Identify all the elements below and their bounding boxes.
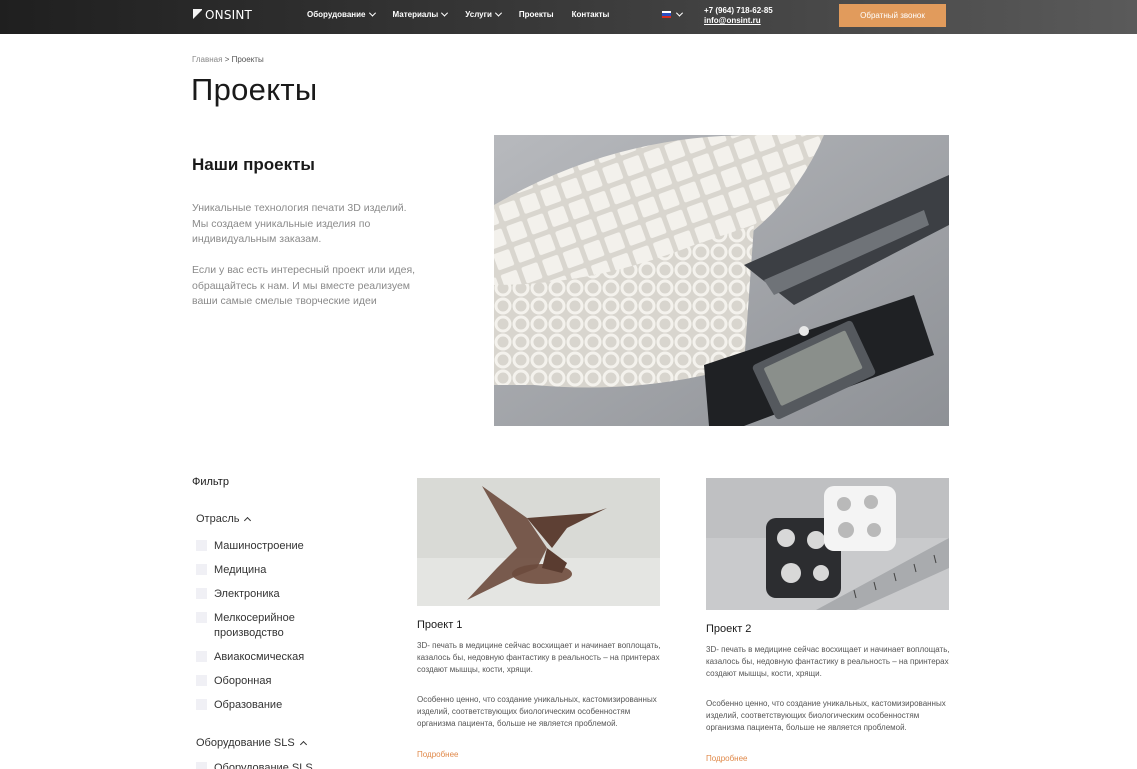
filter-option-label: Оборонная [214,675,272,687]
page-title: Проекты [191,72,318,107]
logo-text: ONSINT [205,8,253,22]
intro-paragraph-1: Уникальные технология печати 3D изделий.… [192,202,407,245]
filter-group-sls[interactable]: Оборудование SLS [196,737,307,749]
project-1-more-link[interactable]: Подробнее [417,750,459,759]
checkbox[interactable] [196,564,207,575]
filter-option-label: Медицина [214,564,267,576]
chevron-up-icon [299,740,307,749]
nav-services[interactable]: Услуги [465,9,502,19]
logo[interactable]: ONSINT [193,8,252,22]
checkbox[interactable] [196,762,207,769]
nav-materials[interactable]: Материалы [392,9,449,19]
email-link[interactable]: info@onsint.ru [704,16,773,26]
filter-option-electronics[interactable]: Электроника [196,587,344,602]
project-1-text-1: 3D- печать в медицине сейчас восхищает и… [417,641,661,674]
filter-option-sls[interactable]: Оборудование SLS [196,761,344,769]
breadcrumb-separator: > [224,55,230,64]
dragon-model-photo [417,478,660,606]
logo-mark-icon [193,8,202,22]
project-2-text-1: 3D- печать в медицине сейчас восхищает и… [706,645,950,678]
chevron-down-icon [494,9,502,17]
filter-group-industry[interactable]: Отрасль [196,513,252,525]
chevron-down-icon [368,9,376,17]
checkbox[interactable] [196,651,207,662]
chevron-up-icon [244,516,252,525]
checkbox[interactable] [196,675,207,686]
filter-title: Фильтр [192,476,229,488]
filter-option-medicine[interactable]: Медицина [196,563,344,578]
filter-option-small-batch[interactable]: Мелкосерийное производство [196,611,344,641]
checkbox[interactable] [196,612,207,623]
callback-button[interactable]: Обратный звонок [839,4,946,27]
project-2-more-link[interactable]: Подробнее [706,754,748,763]
nav-contacts[interactable]: Контакты [572,10,610,19]
nav-services-label: Услуги [465,10,492,19]
filter-group-sls-label: Оборудование SLS [196,737,295,749]
header-contacts: +7 (964) 718-62-85 info@onsint.ru [704,6,773,26]
nav-materials-label: Материалы [392,10,439,19]
filter-option-label: Оборудование SLS [214,762,313,769]
filter-option-aerospace[interactable]: Авиакосмическая [196,650,344,665]
nav-equipment-label: Оборудование [307,10,366,19]
russian-flag-icon [662,11,671,18]
gyroid-model-photo [706,478,949,610]
chevron-down-icon [441,9,449,17]
checkbox[interactable] [196,540,207,551]
filter-option-defense[interactable]: Оборонная [196,674,344,689]
nav-projects-label: Проекты [518,10,554,19]
main-nav: Оборудование Материалы Услуги Проекты Ко… [307,9,627,19]
filter-group-industry-label: Отрасль [196,513,240,525]
hero-image [494,135,949,426]
project-1-text-2: Особенно ценно, что создание уникальных,… [417,695,657,728]
checkbox[interactable] [196,699,207,710]
nav-contacts-label: Контакты [571,10,610,19]
project-1-title[interactable]: Проект 1 [417,619,462,631]
phone-link[interactable]: +7 (964) 718-62-85 [704,6,773,15]
filter-option-label: Электроника [214,588,280,600]
intro-paragraph-2: Если у вас есть интересный проект или ид… [192,264,416,307]
nav-projects[interactable]: Проекты [519,10,554,19]
filter-option-label: Образование [214,699,283,711]
filter-option-label: Авиакосмическая [214,651,305,663]
breadcrumb: Главная > Проекты [192,55,264,64]
filter-option-label: Мелкосерийное производство [214,612,295,639]
nav-equipment[interactable]: Оборудование [307,9,376,19]
language-selector[interactable] [662,9,684,18]
filter-option-education[interactable]: Образование [196,698,344,713]
filter-option-label: Машиностроение [214,540,304,552]
project-2-title[interactable]: Проект 2 [706,623,751,635]
checkbox[interactable] [196,588,207,599]
breadcrumb-home[interactable]: Главная [192,55,222,64]
hero-photo-lattice-caliper [494,135,949,426]
site-header: ONSINT Оборудование Материалы Услуги Про… [0,0,1137,34]
intro-title: Наши проекты [192,155,315,174]
project-2-text-2: Особенно ценно, что создание уникальных,… [706,699,946,732]
filter-option-mechanical[interactable]: Машиностроение [196,539,344,554]
chevron-down-icon [675,9,684,17]
breadcrumb-current: Проекты [231,55,264,64]
project-1-image[interactable] [417,478,660,606]
project-2-image[interactable] [706,478,949,610]
